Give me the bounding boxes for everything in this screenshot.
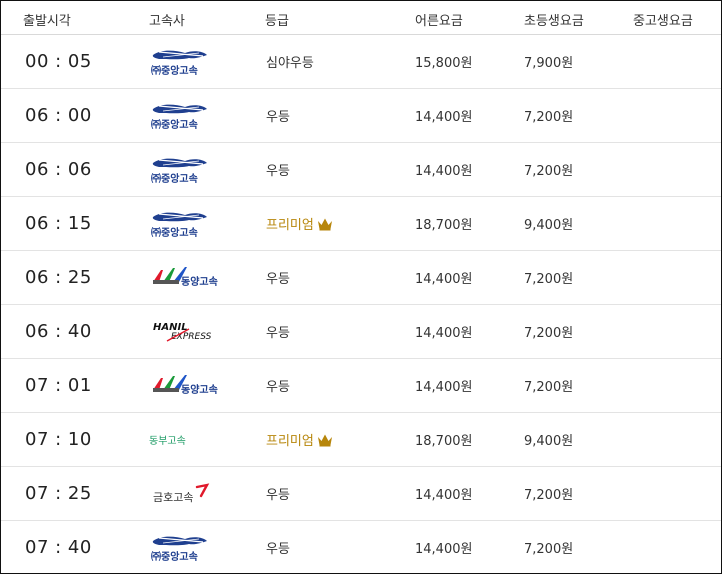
child-fare: 7,200원 — [524, 326, 574, 341]
grade-label: 우등 — [266, 488, 290, 503]
departure-time: 07 : 01 — [25, 375, 92, 396]
jungang-logo: ㈜중앙고속 — [149, 143, 249, 196]
svg-text:㈜중앙고속: ㈜중앙고속 — [151, 226, 198, 239]
table-header: 출발시각 고속사 등급 어른요금 초등생요금 중고생요금 — [1, 1, 721, 35]
crown-icon — [317, 217, 333, 231]
departure-time: 06 : 25 — [25, 267, 92, 288]
departure-time: 07 : 10 — [25, 429, 92, 450]
timetable: 출발시각 고속사 등급 어른요금 초등생요금 중고생요금 00 : 05 ㈜중앙고… — [0, 0, 722, 574]
table-row[interactable]: 07 : 10 동부고속 프리미엄 18,700원 9,400원 — [1, 413, 721, 467]
adult-fare: 14,400원 — [415, 488, 473, 503]
adult-fare: 14,400원 — [415, 326, 473, 341]
header-teen-fare: 중고생요금 — [633, 14, 693, 29]
dongyang-logo: 동양고속 — [149, 251, 249, 304]
svg-text:㈜중앙고속: ㈜중앙고속 — [151, 64, 198, 77]
child-fare: 9,400원 — [524, 434, 574, 449]
grade-label: 우등 — [266, 164, 290, 179]
jungang-logo: ㈜중앙고속 — [149, 35, 249, 88]
jungang-logo: ㈜중앙고속 — [149, 89, 249, 142]
adult-fare: 14,400원 — [415, 164, 473, 179]
adult-fare: 14,400원 — [415, 542, 473, 557]
svg-text:EXPRESS: EXPRESS — [171, 332, 212, 342]
adult-fare: 14,400원 — [415, 110, 473, 125]
child-fare: 7,200원 — [524, 272, 574, 287]
grade: 심야우등 — [266, 35, 314, 88]
table-row[interactable]: 06 : 00 ㈜중앙고속 우등 14,400원 7,200원 — [1, 89, 721, 143]
table-row[interactable]: 06 : 06 ㈜중앙고속 우등 14,400원 7,200원 — [1, 143, 721, 197]
grade-label: 프리미엄 — [266, 218, 314, 233]
grade-label: 우등 — [266, 272, 290, 287]
header-adult-fare: 어른요금 — [415, 14, 463, 29]
child-fare: 7,200원 — [524, 110, 574, 125]
departure-time: 07 : 25 — [25, 483, 92, 504]
child-fare: 7,200원 — [524, 488, 574, 503]
kumho-logo: 금호고속 — [149, 467, 249, 520]
adult-fare: 15,800원 — [415, 56, 473, 71]
table-row[interactable]: 06 : 25 동양고속 우등 14,400원 7,200원 — [1, 251, 721, 305]
header-company: 고속사 — [149, 14, 185, 29]
header-departure: 출발시각 — [23, 14, 71, 29]
grade: 프리미엄 — [266, 413, 333, 466]
child-fare: 7,200원 — [524, 164, 574, 179]
departure-time: 07 : 40 — [25, 537, 92, 558]
crown-icon — [317, 433, 333, 447]
departure-time: 06 : 40 — [25, 321, 92, 342]
dongyang-logo: 동양고속 — [149, 359, 249, 412]
svg-text:동양고속: 동양고속 — [181, 384, 218, 396]
adult-fare: 18,700원 — [415, 434, 473, 449]
grade: 우등 — [266, 143, 290, 196]
grade-label: 우등 — [266, 542, 290, 557]
grade-label: 우등 — [266, 380, 290, 395]
jungang-logo: ㈜중앙고속 — [149, 197, 249, 250]
child-fare: 7,900원 — [524, 56, 574, 71]
grade-label: 프리미엄 — [266, 434, 314, 449]
grade: 우등 — [266, 359, 290, 412]
grade: 우등 — [266, 89, 290, 142]
child-fare: 9,400원 — [524, 218, 574, 233]
grade: 프리미엄 — [266, 197, 333, 250]
departure-time: 00 : 05 — [25, 51, 92, 72]
grade-label: 심야우등 — [266, 56, 314, 71]
grade: 우등 — [266, 467, 290, 520]
table-row[interactable]: 06 : 40 HANIL EXPRESS 우등 14,400원 7,200원 — [1, 305, 721, 359]
grade: 우등 — [266, 521, 290, 573]
header-grade: 등급 — [265, 14, 289, 29]
table-row[interactable]: 07 : 25 금호고속 우등 14,400원 7,200원 — [1, 467, 721, 521]
table-row[interactable]: 07 : 40 ㈜중앙고속 우등 14,400원 7,200원 — [1, 521, 721, 573]
departure-time: 06 : 15 — [25, 213, 92, 234]
header-child-fare: 초등생요금 — [524, 14, 584, 29]
grade-label: 우등 — [266, 110, 290, 125]
svg-text:㈜중앙고속: ㈜중앙고속 — [151, 172, 198, 185]
svg-text:㈜중앙고속: ㈜중앙고속 — [151, 550, 198, 563]
adult-fare: 14,400원 — [415, 272, 473, 287]
child-fare: 7,200원 — [524, 542, 574, 557]
adult-fare: 18,700원 — [415, 218, 473, 233]
jungang-logo: ㈜중앙고속 — [149, 521, 249, 573]
svg-text:㈜중앙고속: ㈜중앙고속 — [151, 118, 198, 131]
child-fare: 7,200원 — [524, 380, 574, 395]
table-row[interactable]: 06 : 15 ㈜중앙고속 프리미엄 18,700원 9,400원 — [1, 197, 721, 251]
svg-text:금호고속: 금호고속 — [153, 491, 193, 504]
departure-time: 06 : 00 — [25, 105, 92, 126]
svg-text:동양고속: 동양고속 — [181, 276, 218, 288]
grade: 우등 — [266, 305, 290, 358]
grade: 우등 — [266, 251, 290, 304]
adult-fare: 14,400원 — [415, 380, 473, 395]
dongbu-logo: 동부고속 — [149, 436, 186, 447]
departure-time: 06 : 06 — [25, 159, 92, 180]
grade-label: 우등 — [266, 326, 290, 341]
table-row[interactable]: 07 : 01 동양고속 우등 14,400원 7,200원 — [1, 359, 721, 413]
hanil-logo: HANIL EXPRESS — [149, 305, 249, 358]
table-row[interactable]: 00 : 05 ㈜중앙고속 심야우등 15,800원 7,900원 — [1, 35, 721, 89]
